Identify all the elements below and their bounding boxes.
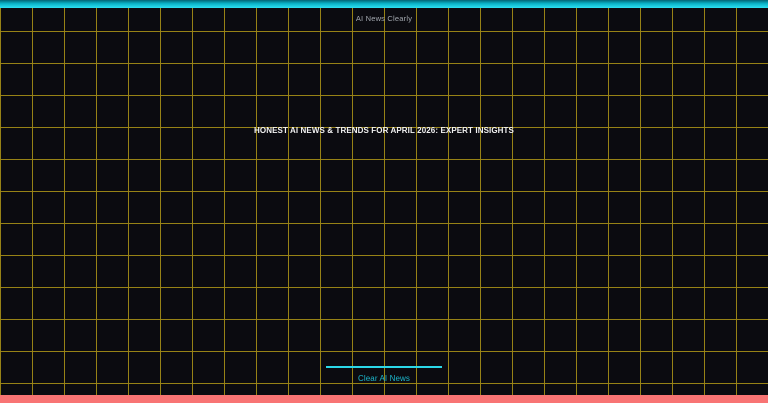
footer-brand-link[interactable]: Clear AI News — [0, 374, 768, 383]
footer-divider-line — [326, 366, 442, 368]
page-heading: HONEST AI NEWS & TRENDS FOR APRIL 2026: … — [254, 126, 514, 135]
page-background-grid: AI News Clearly HONEST AI NEWS & TRENDS … — [0, 0, 768, 403]
bottom-accent-bar — [0, 395, 768, 403]
top-accent-bar — [0, 0, 768, 8]
site-title-link[interactable]: AI News Clearly — [0, 14, 768, 23]
